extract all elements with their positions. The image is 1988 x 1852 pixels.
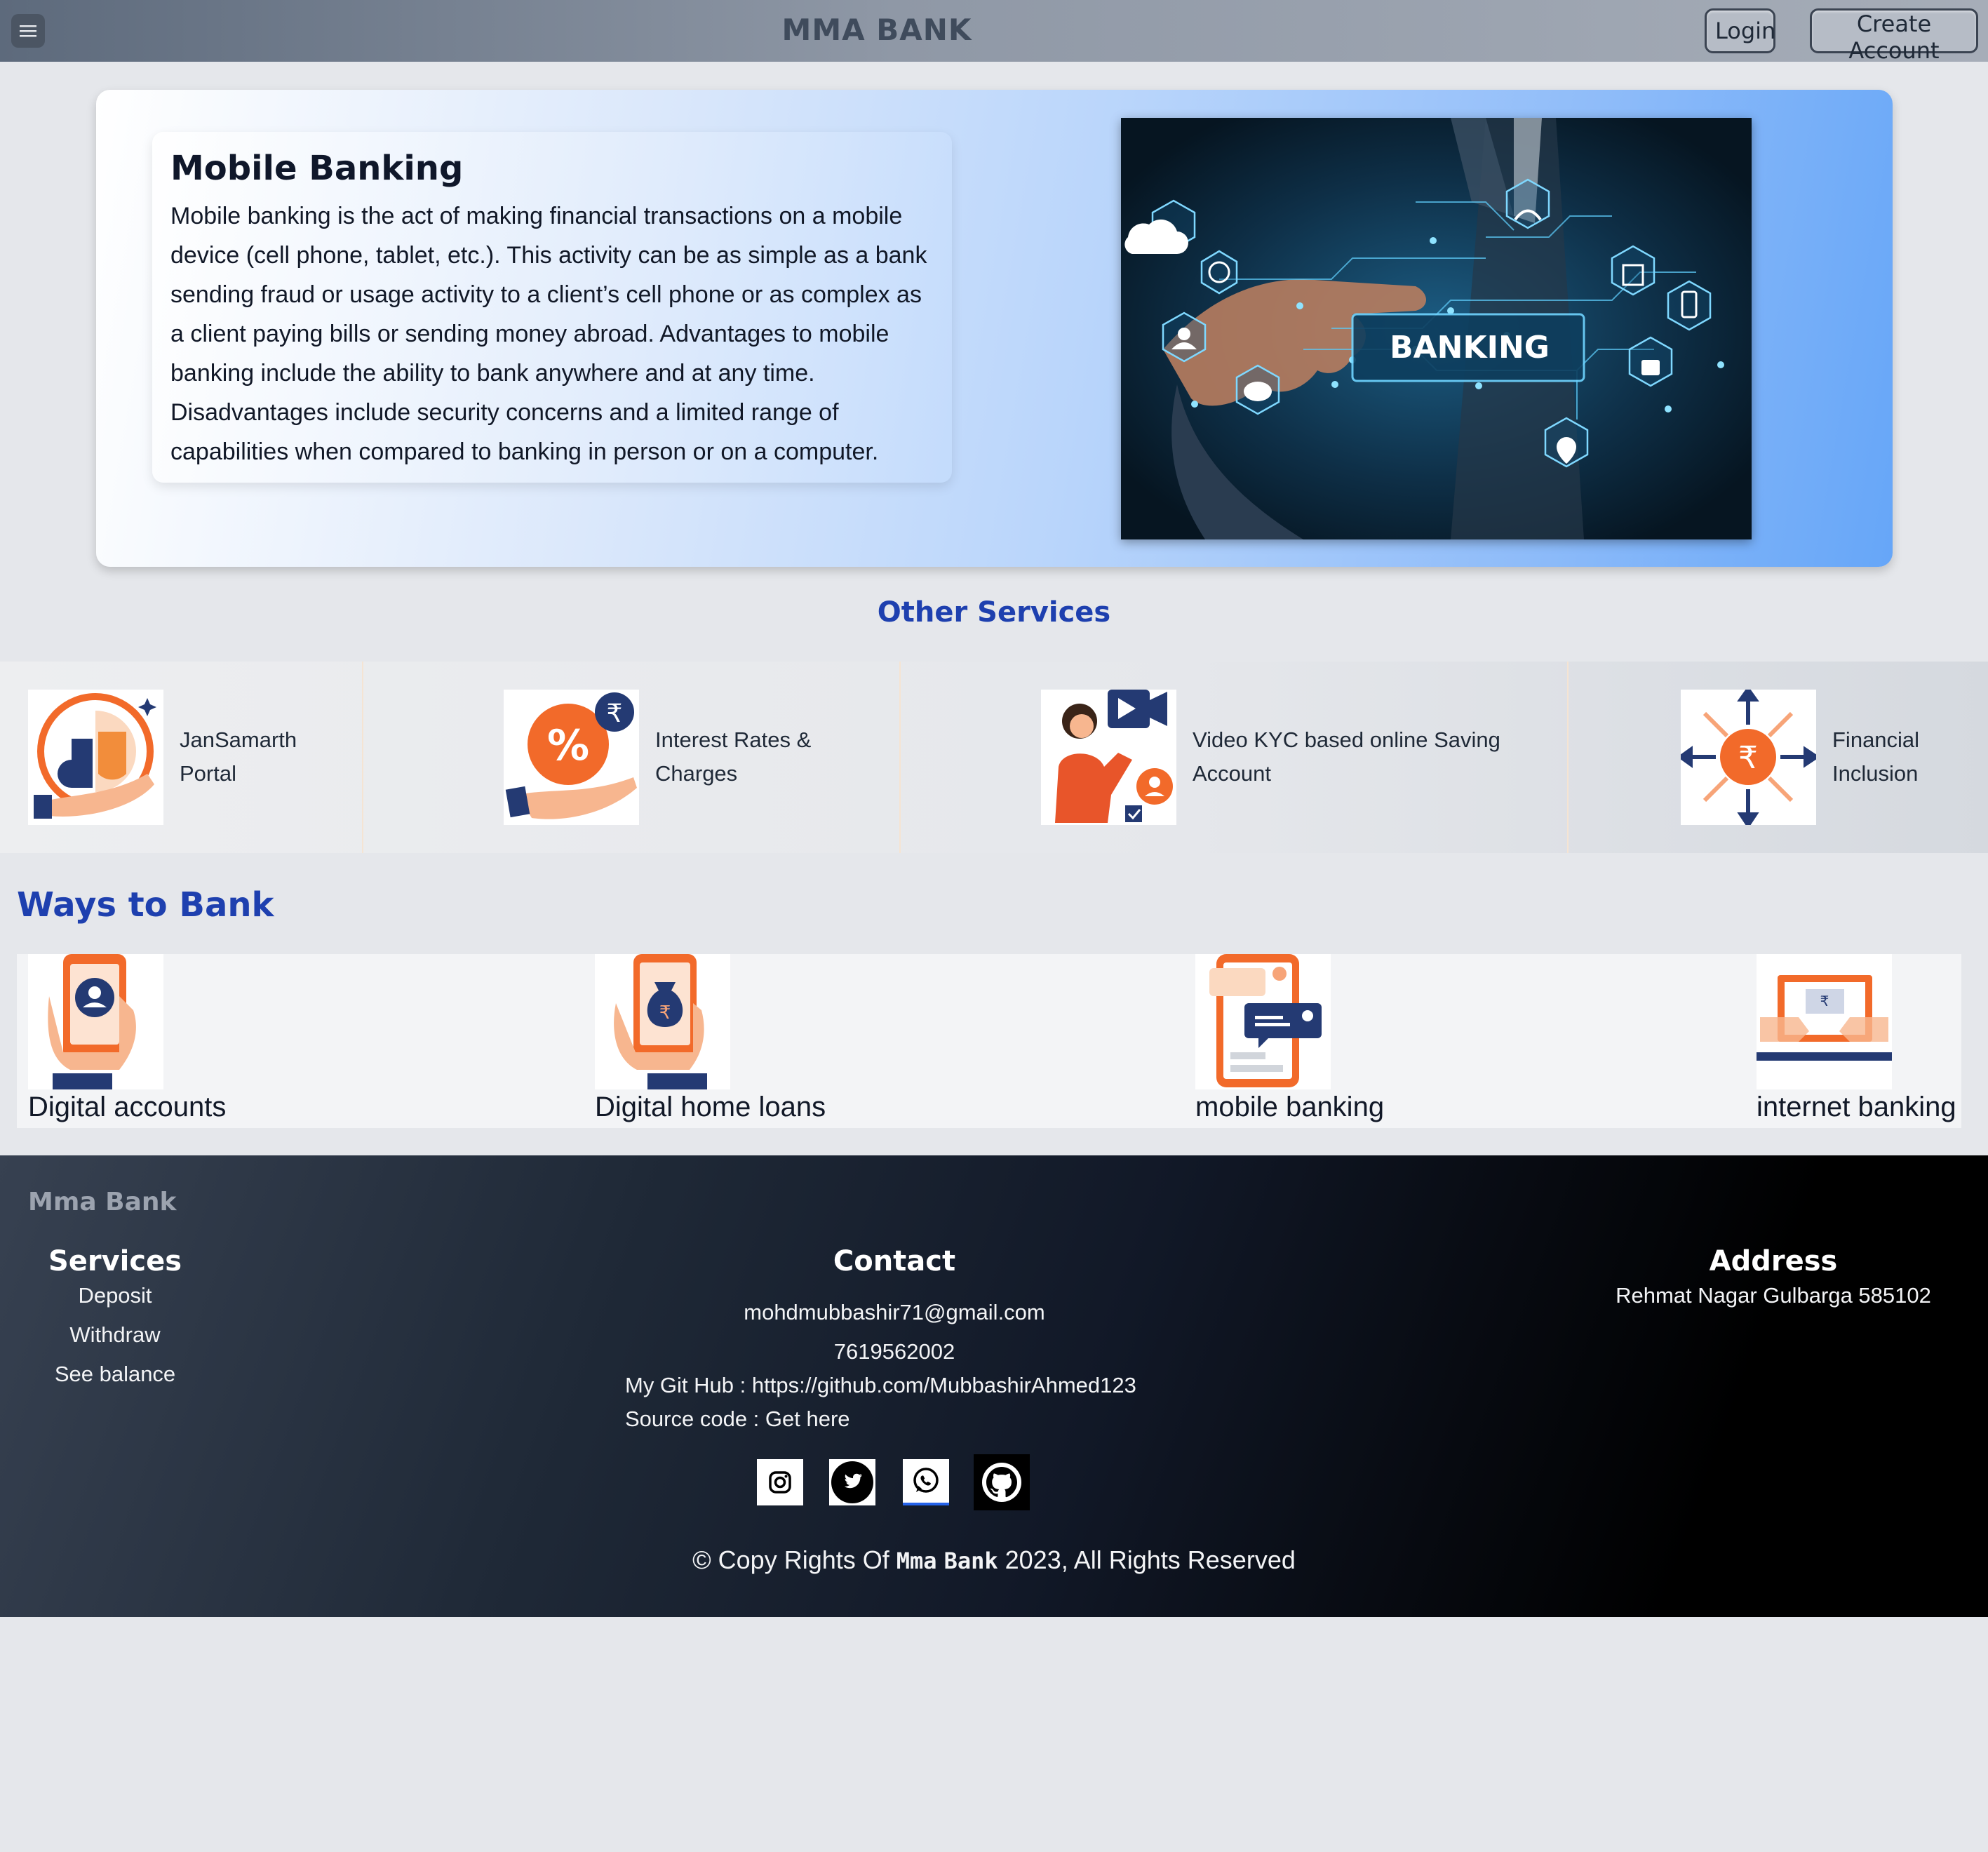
navbar: MMA BANK Login Create Account: [0, 0, 1988, 64]
hero-text-card: Mobile Banking Mobile banking is the act…: [152, 132, 952, 483]
service-label-line2: Inclusion: [1832, 761, 1919, 786]
copyright-prefix: © Copy Rights Of: [692, 1545, 896, 1574]
mobile-banking-icon: [1195, 954, 1331, 1089]
internet-banking-icon: ₹: [1757, 954, 1892, 1089]
interest-rates-icon: % ₹: [504, 690, 639, 825]
way-label: Digital accounts: [28, 1092, 227, 1122]
way-label: internet banking: [1757, 1092, 1956, 1122]
ways-to-bank-strip: Digital accounts ₹ Digital home loans mo…: [17, 954, 1961, 1128]
contact-phone: 7619562002: [833, 1339, 955, 1364]
brand-title: MMA BANK: [781, 13, 972, 47]
other-services-title: Other Services: [877, 596, 1111, 629]
github-link[interactable]: My Git Hub : https://github.com/Mubbashi…: [625, 1373, 1136, 1398]
whatsapp-link[interactable]: [903, 1459, 949, 1505]
footer-link-deposit[interactable]: Deposit: [45, 1283, 185, 1308]
github-social-link[interactable]: [974, 1454, 1030, 1510]
financial-inclusion-icon: ₹: [1677, 685, 1820, 829]
service-item-video-kyc[interactable]: Video KYC based online Saving Account: [901, 662, 1567, 853]
digital-home-loans-icon: ₹: [595, 954, 730, 1089]
svg-text:%: %: [547, 721, 589, 770]
hero-description: Mobile banking is the act of making fina…: [170, 203, 927, 465]
ways-to-bank-title: Ways to Bank: [17, 885, 274, 925]
svg-text:₹: ₹: [1738, 740, 1758, 776]
login-button[interactable]: Login: [1705, 8, 1775, 53]
copyright-brand-bank: Bank: [943, 1548, 998, 1574]
instagram-icon: [769, 1471, 791, 1494]
video-kyc-icon: [1041, 690, 1176, 825]
hero-title: Mobile Banking: [170, 149, 464, 188]
service-label-line2: Portal: [180, 761, 236, 786]
svg-text:₹: ₹: [607, 699, 623, 728]
hero-banner: Mobile Banking Mobile banking is the act…: [96, 90, 1893, 567]
service-label-line1: JanSamarth: [180, 727, 297, 752]
copyright-text: © Copy Rights Of Mma Bank 2023, All Righ…: [0, 1545, 1988, 1575]
twitter-icon: [831, 1461, 873, 1503]
way-label: mobile banking: [1195, 1092, 1385, 1122]
service-label-line2: Charges: [655, 761, 738, 786]
service-label-line1: Interest Rates &: [655, 727, 812, 752]
other-services-strip: JanSamarth Portal % ₹ Interest Rates & C…: [0, 662, 1988, 853]
footer-brand: Mma Bank: [28, 1188, 177, 1216]
address-line: Rehmat Nagar Gulbarga 585102: [1616, 1283, 1931, 1308]
footer-link-see-balance[interactable]: See balance: [45, 1362, 185, 1387]
svg-text:₹: ₹: [1820, 993, 1829, 1009]
service-label-line1: Financial: [1832, 727, 1920, 752]
way-label: Digital home loans: [595, 1092, 826, 1122]
banking-hero-image: BANKING: [1121, 118, 1752, 539]
copyright-brand-mma: Mma: [896, 1548, 937, 1574]
jansamarth-portal-icon: [28, 690, 163, 825]
create-account-button[interactable]: Create Account: [1810, 8, 1978, 64]
footer: Mma Bank Services Deposit Withdraw See b…: [0, 1155, 1988, 1617]
digital-accounts-icon: [28, 954, 163, 1089]
source-code-link[interactable]: Source code : Get here: [625, 1407, 850, 1432]
service-label-line1: Video KYC based online Saving: [1193, 727, 1500, 752]
svg-text:₹: ₹: [659, 1002, 671, 1024]
twitter-link[interactable]: [829, 1459, 875, 1505]
banking-image-label: BANKING: [1390, 330, 1550, 365]
whatsapp-icon: [913, 1468, 939, 1493]
instagram-link[interactable]: [757, 1459, 803, 1505]
service-item-interest-rates[interactable]: % ₹ Interest Rates & Charges: [363, 662, 899, 853]
footer-services-title: Services: [48, 1245, 182, 1277]
footer-link-withdraw[interactable]: Withdraw: [45, 1322, 185, 1348]
service-item-jansamarth[interactable]: JanSamarth Portal: [0, 662, 362, 853]
github-icon: [982, 1463, 1021, 1502]
footer-address-title: Address: [1709, 1245, 1838, 1277]
footer-contact-title: Contact: [833, 1245, 956, 1277]
service-item-financial-inclusion[interactable]: ₹ Financial Inclusion: [1569, 662, 1988, 853]
service-label-line2: Account: [1193, 761, 1272, 786]
contact-email[interactable]: mohdmubbashir71@gmail.com: [614, 1300, 1175, 1325]
copyright-suffix: 2023, All Rights Reserved: [998, 1545, 1296, 1574]
